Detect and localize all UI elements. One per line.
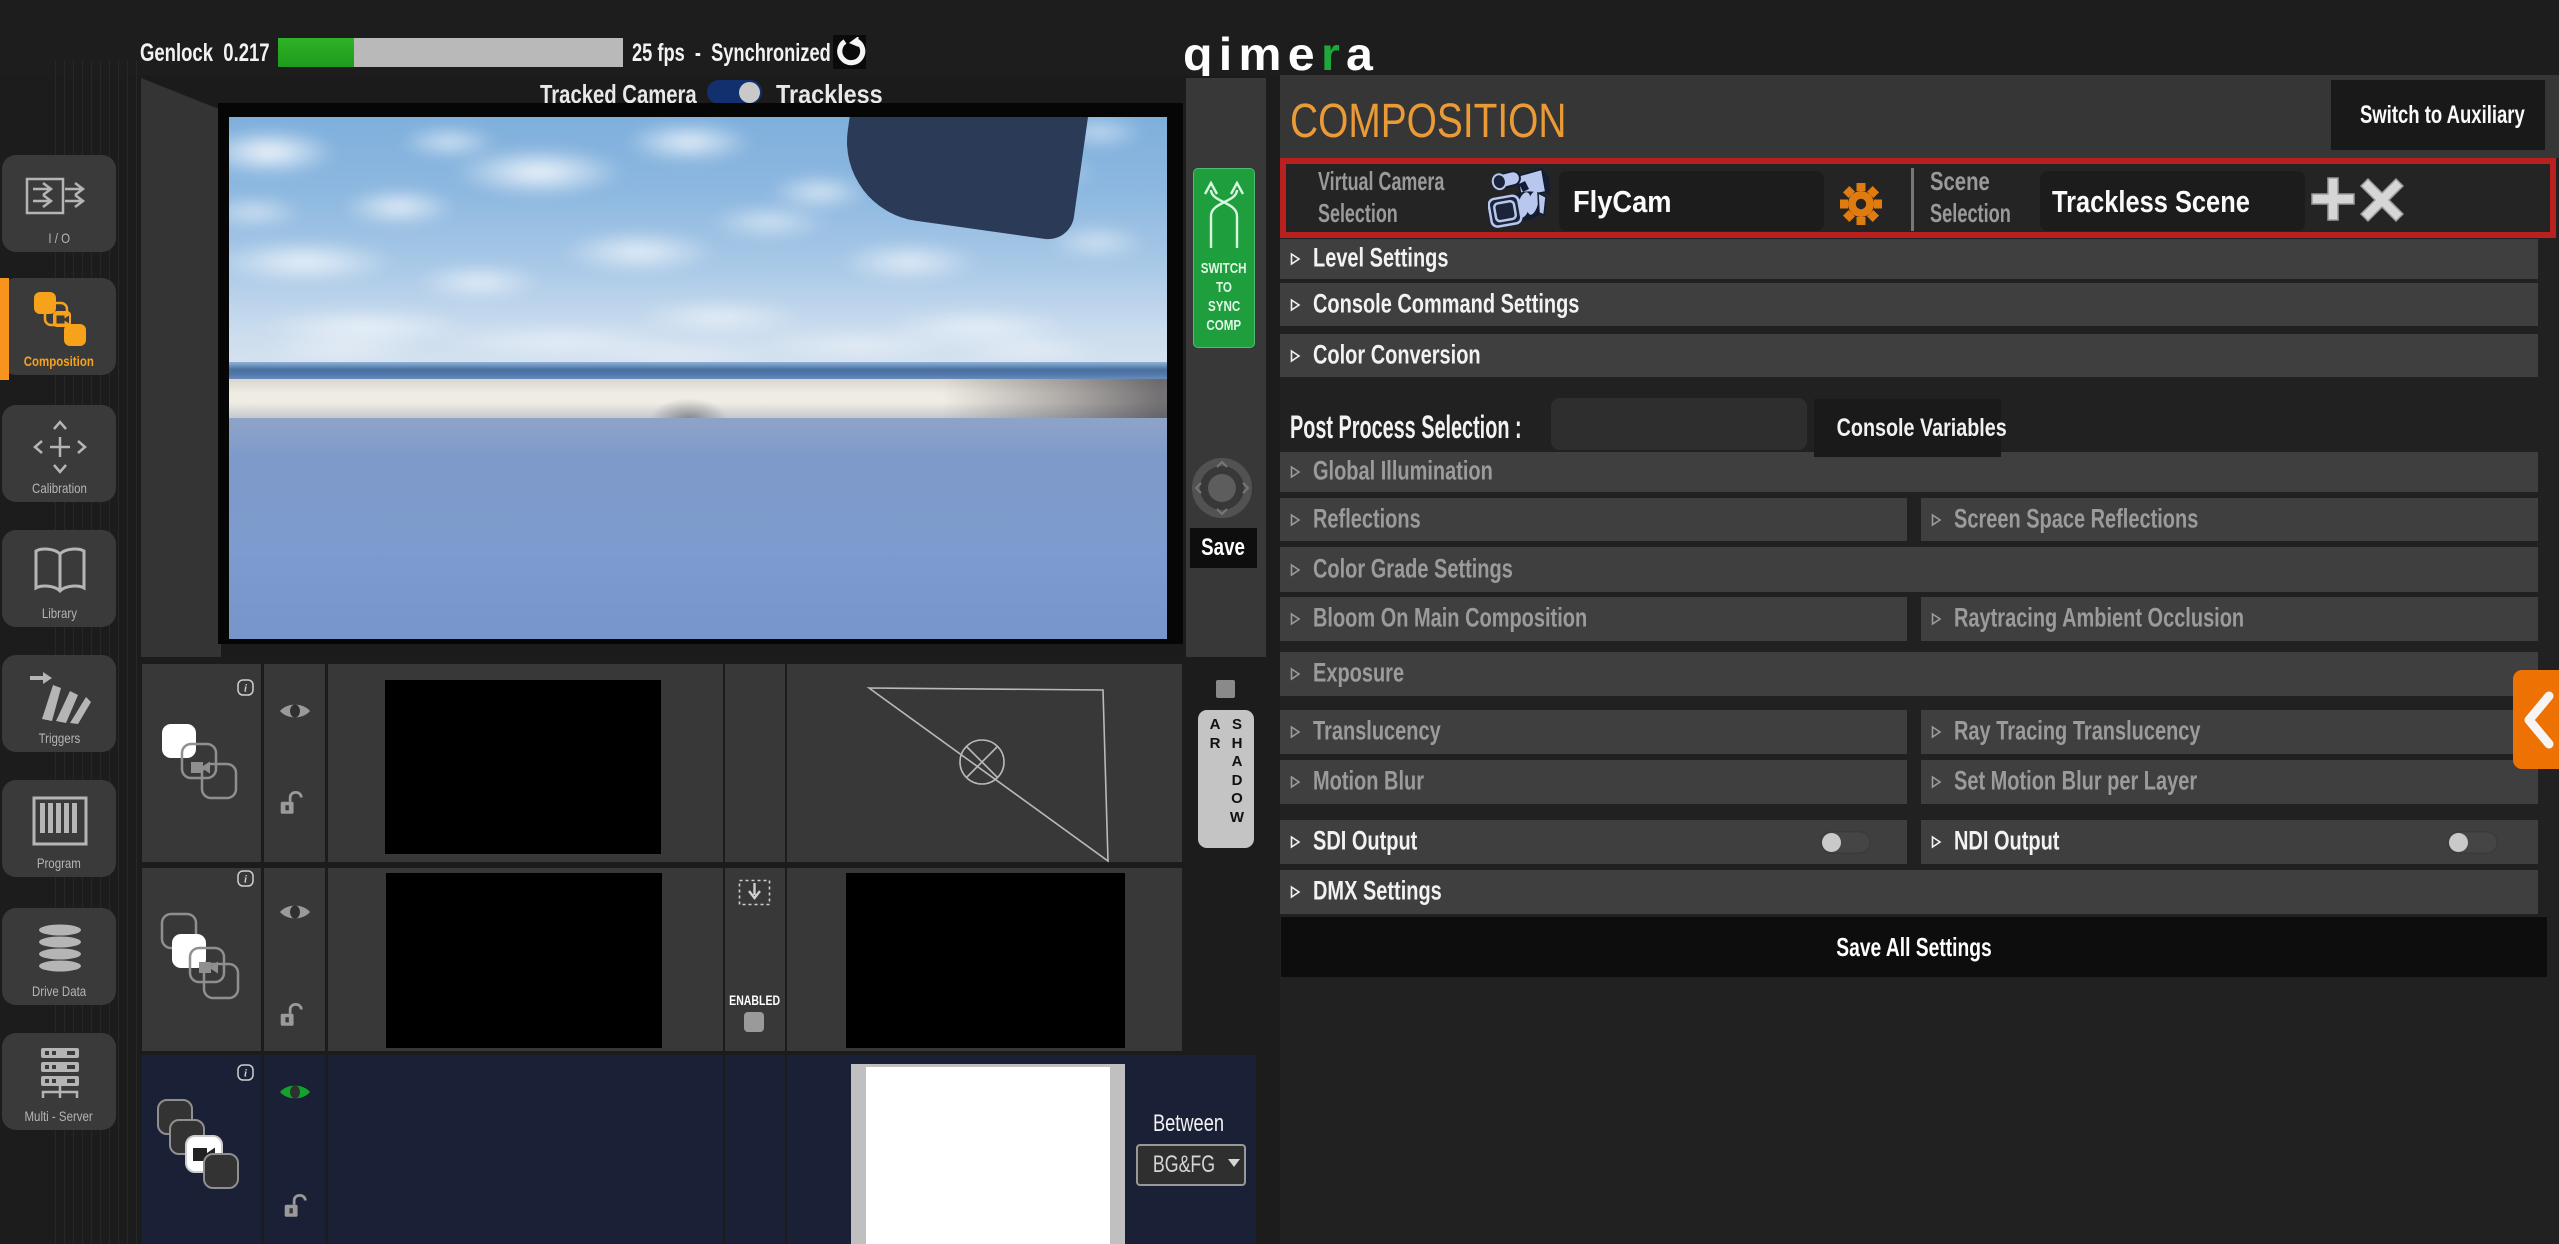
- svg-text:i: i: [244, 874, 248, 886]
- svg-text:i: i: [244, 1068, 248, 1080]
- svg-text:i: i: [244, 683, 248, 695]
